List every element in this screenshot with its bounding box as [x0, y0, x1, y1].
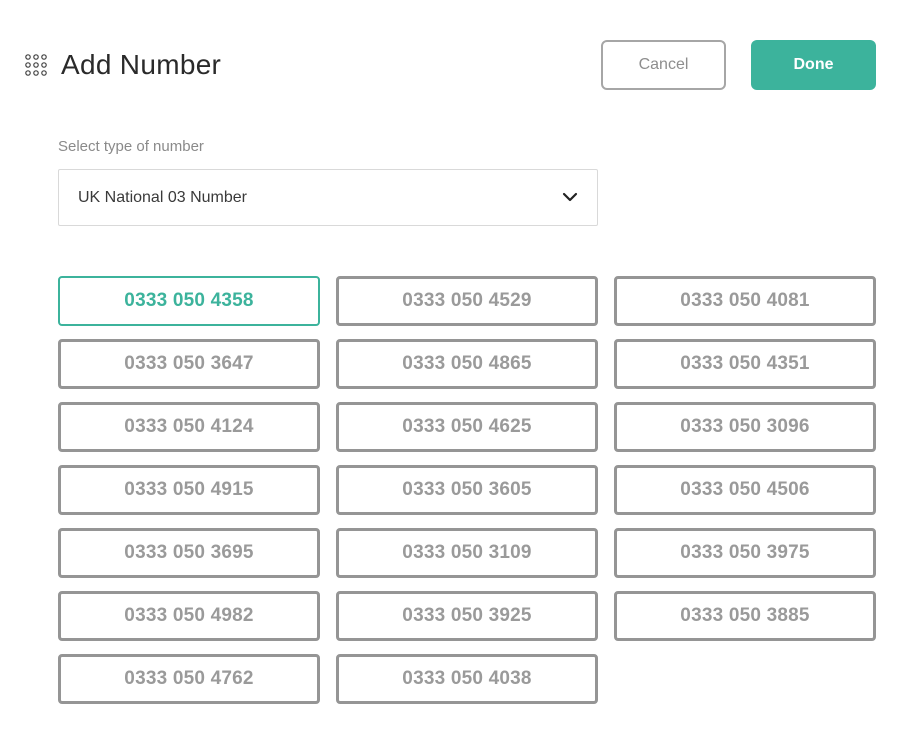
number-option[interactable]: 0333 050 3647 [58, 339, 320, 389]
number-option[interactable]: 0333 050 4351 [614, 339, 876, 389]
cancel-button[interactable]: Cancel [601, 40, 726, 90]
number-option[interactable]: 0333 050 4865 [336, 339, 598, 389]
number-option[interactable]: 0333 050 4124 [58, 402, 320, 452]
number-option[interactable]: 0333 050 4529 [336, 276, 598, 326]
number-option[interactable]: 0333 050 4081 [614, 276, 876, 326]
number-option[interactable]: 0333 050 4762 [58, 654, 320, 704]
number-type-label: Select type of number [58, 138, 204, 155]
number-option[interactable]: 0333 050 4982 [58, 591, 320, 641]
dialpad-icon [25, 54, 47, 76]
number-option[interactable]: 0333 050 3096 [614, 402, 876, 452]
number-option[interactable]: 0333 050 3695 [58, 528, 320, 578]
number-type-select[interactable]: UK National 03 Number [58, 169, 598, 226]
number-option[interactable]: 0333 050 4506 [614, 465, 876, 515]
chevron-down-icon [562, 192, 578, 202]
number-option[interactable]: 0333 050 4915 [58, 465, 320, 515]
dialog-header: Add Number Cancel Done [0, 0, 922, 130]
number-option[interactable]: 0333 050 4625 [336, 402, 598, 452]
number-option[interactable]: 0333 050 4038 [336, 654, 598, 704]
page-title: Add Number [61, 49, 222, 80]
number-option[interactable]: 0333 050 3975 [614, 528, 876, 578]
number-option-selected[interactable]: 0333 050 4358 [58, 276, 320, 326]
done-button[interactable]: Done [751, 40, 876, 90]
number-option[interactable]: 0333 050 3885 [614, 591, 876, 641]
number-option[interactable]: 0333 050 3925 [336, 591, 598, 641]
number-type-value: UK National 03 Number [78, 189, 247, 206]
number-options-grid: 0333 050 4358 0333 050 4529 0333 050 408… [58, 276, 876, 704]
number-option[interactable]: 0333 050 3605 [336, 465, 598, 515]
number-option[interactable]: 0333 050 3109 [336, 528, 598, 578]
